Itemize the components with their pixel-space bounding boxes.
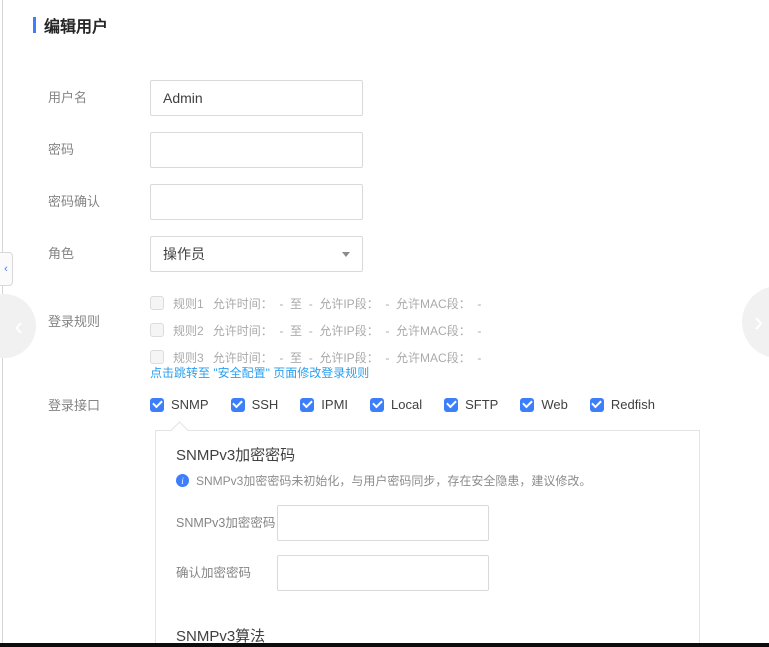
interface-option-snmp[interactable]: SNMP [150, 397, 209, 412]
interface-option-ssh[interactable]: SSH [231, 397, 279, 412]
rule1-checkbox[interactable] [150, 296, 164, 310]
role-select[interactable]: 操作员 [150, 236, 363, 272]
carousel-next-button[interactable]: › [742, 286, 769, 358]
info-icon [176, 474, 189, 487]
password-confirm-label: 密码确认 [48, 184, 100, 220]
username-label: 用户名 [48, 80, 87, 116]
confirm-encrypt-password-label: 确认加密密码 [176, 555, 251, 591]
encrypt-password-input[interactable] [277, 505, 489, 541]
interface-option-web[interactable]: Web [520, 397, 568, 412]
role-label: 角色 [48, 236, 74, 272]
password-label: 密码 [48, 132, 74, 168]
rule3-detail: 允许时间： - 至 - 允许IP段： - 允许MAC段： - [213, 349, 482, 366]
title-accent-bar [33, 17, 36, 33]
interface-option-local[interactable]: Local [370, 397, 422, 412]
rule1-detail: 允许时间： - 至 - 允许IP段： - 允许MAC段： - [213, 295, 482, 312]
rule3-name: 规则3 [173, 349, 204, 366]
rule2-detail: 允许时间： - 至 - 允许IP段： - 允许MAC段： - [213, 322, 482, 339]
snmpv3-panel: SNMPv3加密密码 SNMPv3加密密码未初始化，与用户密码同步，存在安全隐患… [155, 430, 700, 647]
login-rule-row-1: 规则1 允许时间： - 至 - 允许IP段： - 允许MAC段： - [150, 293, 481, 313]
rule2-name: 规则2 [173, 322, 204, 339]
encrypt-password-label: SNMPv3加密密码 [176, 505, 275, 541]
chevron-right-icon: › [754, 306, 763, 338]
page-title: 编辑用户 [44, 13, 108, 37]
interface-option-ipmi[interactable]: IPMI [300, 397, 348, 412]
rule1-name: 规则1 [173, 295, 204, 312]
snmpv3-panel-title: SNMPv3加密密码 [176, 444, 295, 465]
login-rule-row-2: 规则2 允许时间： - 至 - 允许IP段： - 允许MAC段： - [150, 320, 481, 340]
edit-user-page: 编辑用户 用户名 密码 密码确认 角色 操作员 登录规则 规则1 允许时间： -… [0, 0, 769, 647]
rule2-checkbox[interactable] [150, 323, 164, 337]
ipmi-checkbox[interactable] [300, 398, 314, 412]
web-checkbox[interactable] [520, 398, 534, 412]
confirm-encrypt-password-input[interactable] [277, 555, 489, 591]
interface-option-sftp[interactable]: SFTP [444, 397, 498, 412]
local-checkbox[interactable] [370, 398, 384, 412]
rule3-checkbox[interactable] [150, 350, 164, 364]
bottom-edge-bar [0, 643, 769, 647]
ssh-checkbox[interactable] [231, 398, 245, 412]
interface-option-redfish[interactable]: Redfish [590, 397, 655, 412]
password-input[interactable] [150, 132, 363, 168]
sftp-checkbox[interactable] [444, 398, 458, 412]
login-interfaces-label: 登录接口 [48, 398, 100, 414]
username-input[interactable] [150, 80, 363, 116]
chevron-left-icon: ‹ [14, 311, 23, 342]
role-selected-value: 操作员 [163, 244, 205, 264]
login-rules-label: 登录规则 [48, 312, 100, 332]
login-interfaces-group: SNMP SSH IPMI Local SFTP Web Redfish [150, 397, 655, 412]
carousel-prev-button[interactable]: ‹ [0, 294, 36, 358]
snmpv3-notice: SNMPv3加密密码未初始化，与用户密码同步，存在安全隐患，建议修改。 [176, 472, 591, 489]
security-config-link[interactable]: 点击跳转至 "安全配置" 页面修改登录规则 [150, 364, 369, 381]
page-header: 编辑用户 [33, 13, 108, 37]
sidebar-collapse-toggle[interactable]: ‹ [0, 252, 13, 286]
redfish-checkbox[interactable] [590, 398, 604, 412]
password-confirm-input[interactable] [150, 184, 363, 220]
chevron-left-icon: ‹ [4, 263, 8, 275]
snmp-checkbox[interactable] [150, 398, 164, 412]
snmpv3-notice-text: SNMPv3加密密码未初始化，与用户密码同步，存在安全隐患，建议修改。 [196, 472, 591, 489]
panel-notch [170, 421, 188, 439]
chevron-down-icon [342, 252, 350, 257]
